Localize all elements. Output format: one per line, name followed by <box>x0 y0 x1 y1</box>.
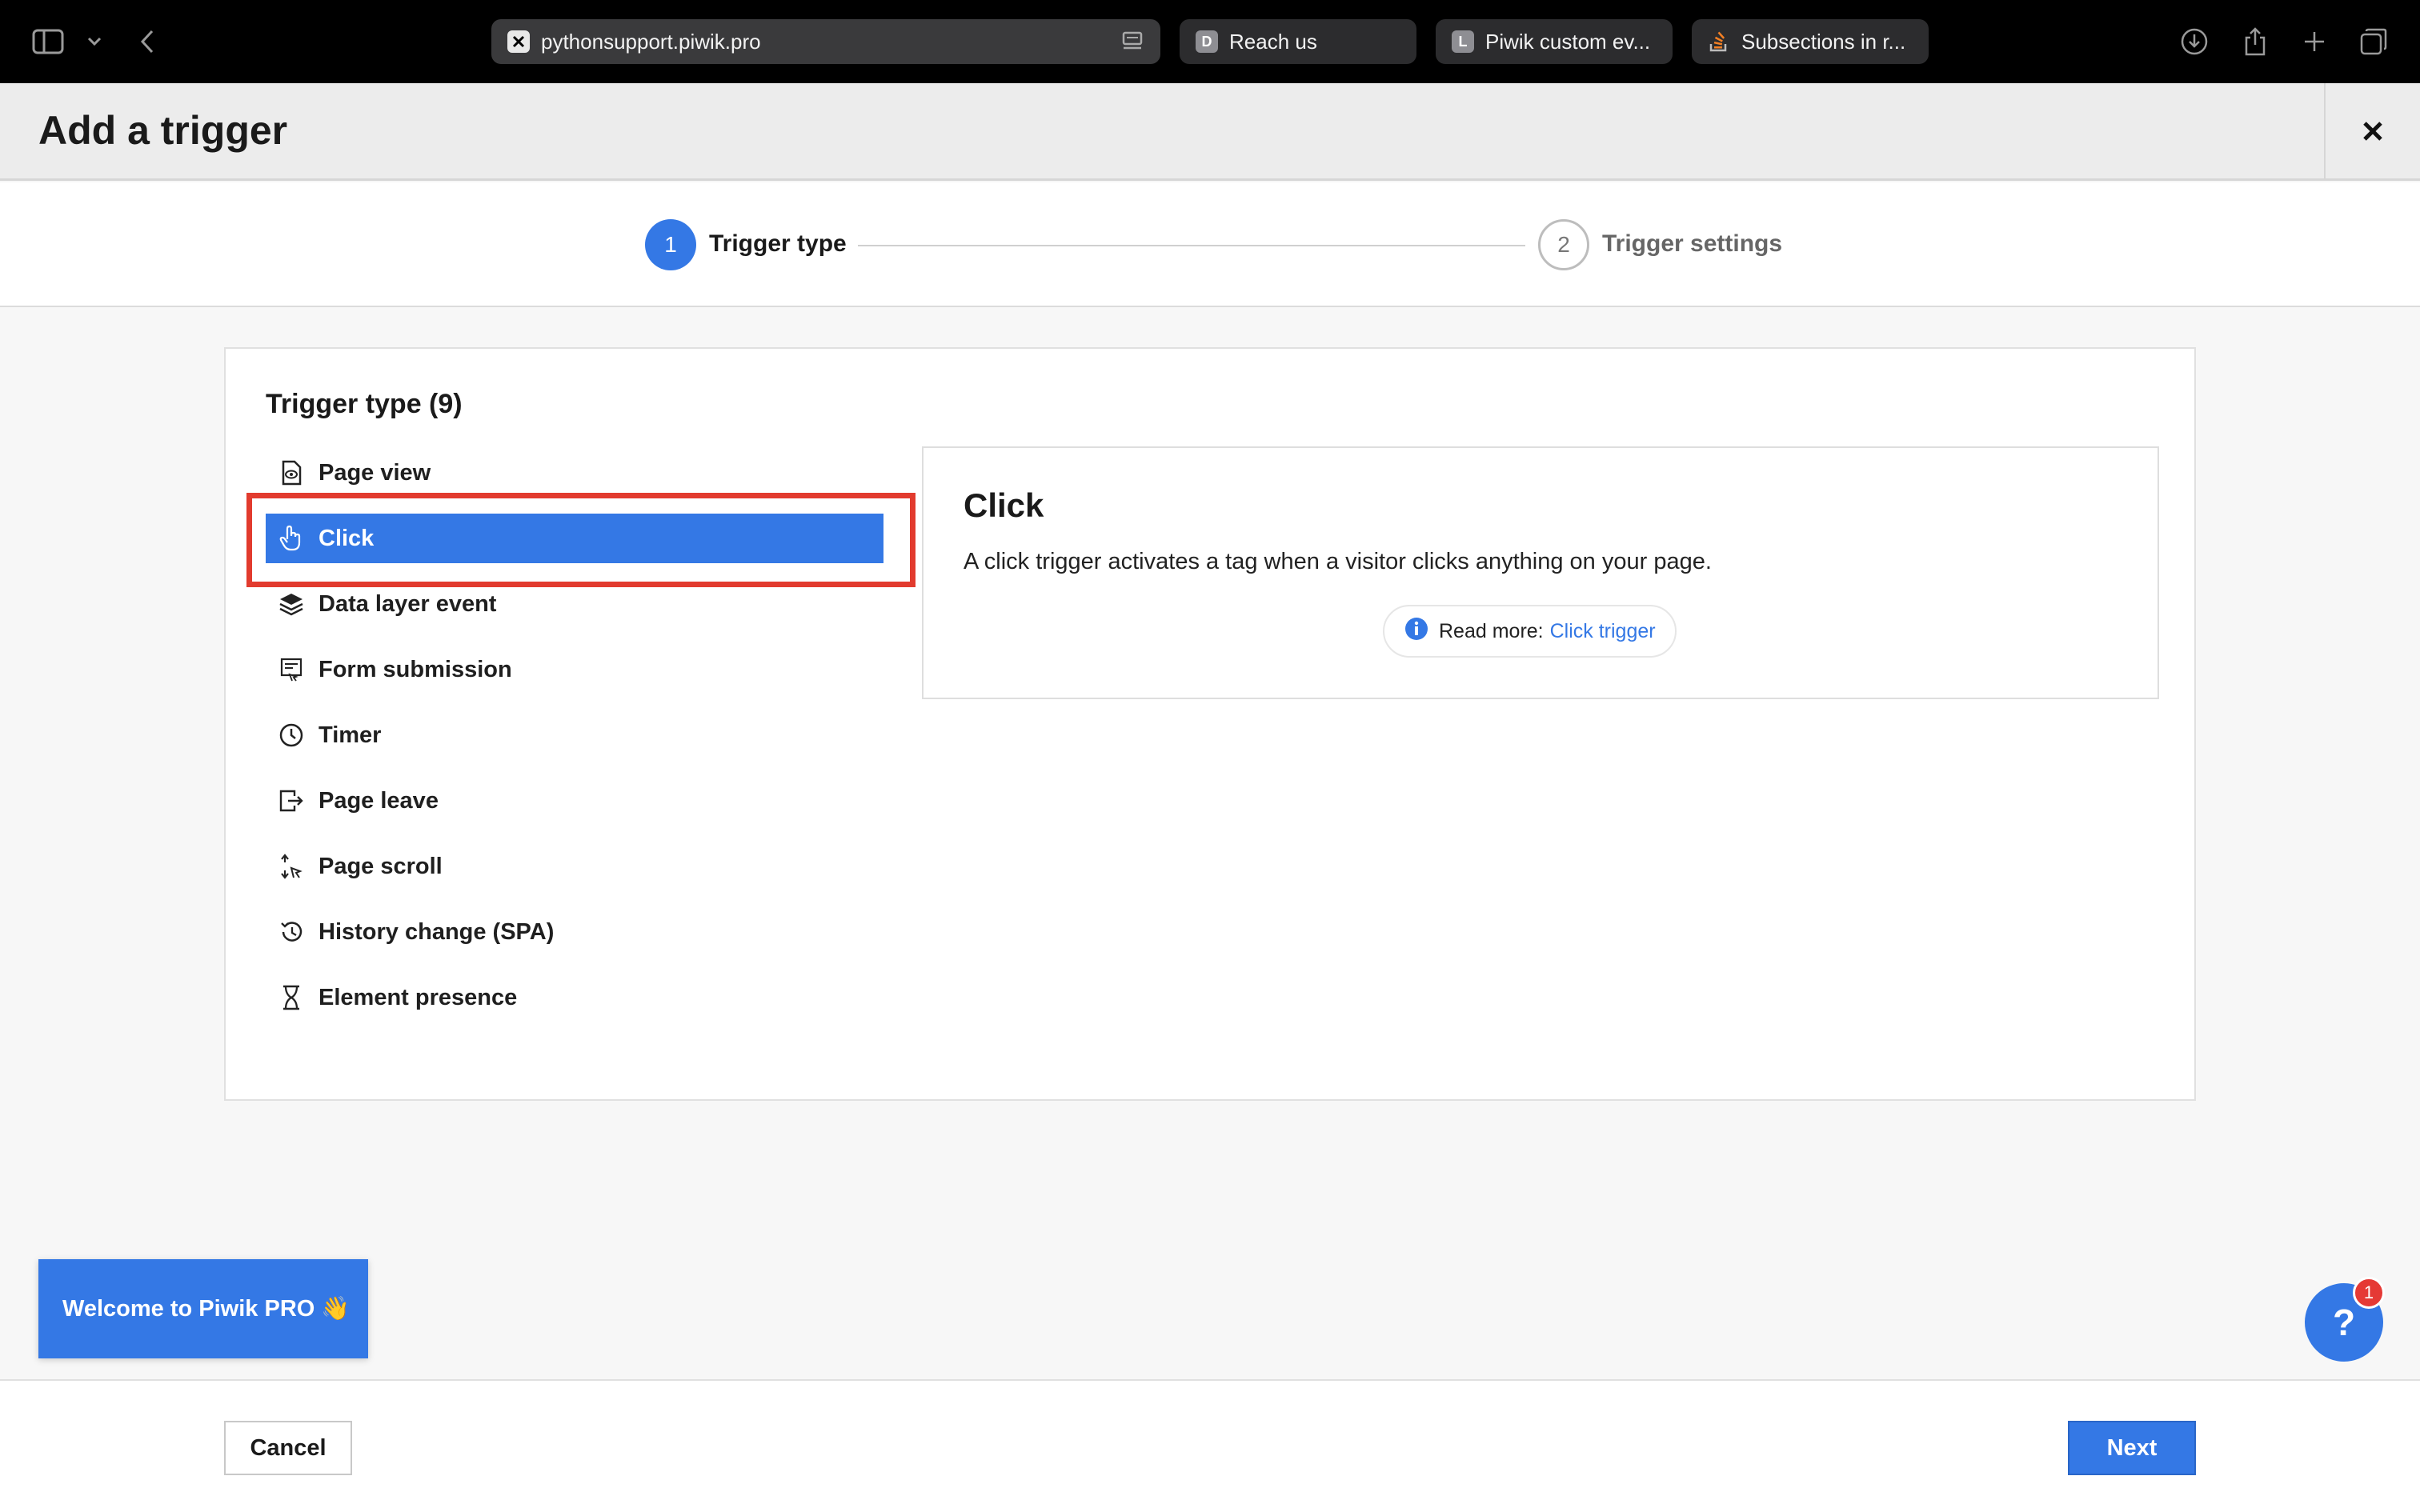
reader-icon[interactable] <box>1120 30 1144 54</box>
browser-tab[interactable]: L Piwik custom ev... <box>1436 19 1673 64</box>
info-icon <box>1404 616 1429 647</box>
trigger-option-label: Page view <box>319 459 431 486</box>
trigger-detail-panel: Click A click trigger activates a tag wh… <box>922 446 2159 699</box>
trigger-option-label: Data layer event <box>319 590 497 617</box>
tab-title: Subsections in r... <box>1741 29 1906 54</box>
site-favicon-icon <box>507 30 530 53</box>
browser-tab[interactable]: D Reach us <box>1180 19 1416 64</box>
trigger-option-timer[interactable]: Timer <box>266 710 883 760</box>
trigger-type-heading: Trigger type (9) <box>266 389 463 419</box>
trigger-option-label: Page leave <box>319 787 439 814</box>
step-1-indicator: 1 <box>645 219 696 270</box>
page-view-icon <box>277 458 306 487</box>
exit-icon <box>277 786 306 815</box>
scroll-icon <box>277 852 306 881</box>
step-2-indicator: 2 <box>1538 219 1589 270</box>
trigger-option-page-leave[interactable]: Page leave <box>266 776 883 826</box>
click-trigger-link[interactable]: Click trigger <box>1550 620 1656 643</box>
form-icon <box>277 655 306 684</box>
share-icon[interactable] <box>2238 24 2273 59</box>
trigger-option-history-change[interactable]: History change (SPA) <box>266 907 883 957</box>
layers-icon <box>277 590 306 618</box>
history-icon <box>277 918 306 946</box>
tab-overview-icon[interactable] <box>2356 24 2391 59</box>
trigger-option-page-view[interactable]: Page view <box>266 448 883 498</box>
trigger-option-label: Element presence <box>319 984 518 1010</box>
hourglass-icon <box>277 983 306 1012</box>
chevron-down-icon[interactable] <box>77 24 112 59</box>
cancel-button[interactable]: Cancel <box>224 1421 352 1475</box>
welcome-banner[interactable]: Welcome to Piwik PRO 👋 <box>38 1259 368 1358</box>
browser-tab[interactable]: Subsections in r... <box>1692 19 1929 64</box>
address-bar[interactable]: pythonsupport.piwik.pro <box>491 19 1160 64</box>
trigger-option-label: Form submission <box>319 656 512 682</box>
trigger-option-label: Page scroll <box>319 853 443 879</box>
step-connector <box>858 245 1525 246</box>
notification-badge: 1 <box>2353 1277 2385 1309</box>
sidebar-icon[interactable] <box>30 24 66 59</box>
tab-title: Reach us <box>1229 29 1317 54</box>
trigger-detail-description: A click trigger activates a tag when a v… <box>964 549 1712 574</box>
trigger-option-page-scroll[interactable]: Page scroll <box>266 842 883 891</box>
browser-toolbar: pythonsupport.piwik.pro D Reach us L Piw… <box>0 0 2420 83</box>
trigger-detail-title: Click <box>964 486 1044 524</box>
tab-favicon-icon: L <box>1452 30 1474 53</box>
close-icon <box>2363 121 2382 141</box>
step-2-label: Trigger settings <box>1602 230 1783 257</box>
page-title: Add a trigger <box>38 108 288 153</box>
read-more-pill: Read more: Click trigger <box>1383 605 1677 658</box>
read-more-label: Read more: <box>1439 619 1544 642</box>
step-1-label: Trigger type <box>709 230 847 257</box>
trigger-option-label: Timer <box>319 722 382 748</box>
tab-favicon-icon: D <box>1196 30 1218 53</box>
url-text: pythonsupport.piwik.pro <box>541 29 761 54</box>
new-tab-icon[interactable] <box>2297 24 2332 59</box>
next-button[interactable]: Next <box>2068 1421 2196 1475</box>
close-button[interactable] <box>2324 83 2420 178</box>
trigger-option-label: History change (SPA) <box>319 918 555 945</box>
trigger-option-element-presence[interactable]: Element presence <box>266 973 883 1022</box>
trigger-option-form-submission[interactable]: Form submission <box>266 645 883 694</box>
dialog-header: Add a trigger <box>0 83 2420 181</box>
stack-overflow-icon <box>1708 30 1730 53</box>
back-icon[interactable] <box>130 24 165 59</box>
download-icon[interactable] <box>2177 24 2212 59</box>
stepper: 1 Trigger type 2 Trigger settings <box>0 182 2420 307</box>
trigger-type-card: Trigger type (9) Page view Click Data la… <box>224 347 2196 1101</box>
tab-title: Piwik custom ev... <box>1485 29 1651 54</box>
clock-icon <box>277 721 306 750</box>
dialog-footer: Cancel Next <box>0 1379 2420 1512</box>
selection-highlight-box <box>246 493 916 587</box>
